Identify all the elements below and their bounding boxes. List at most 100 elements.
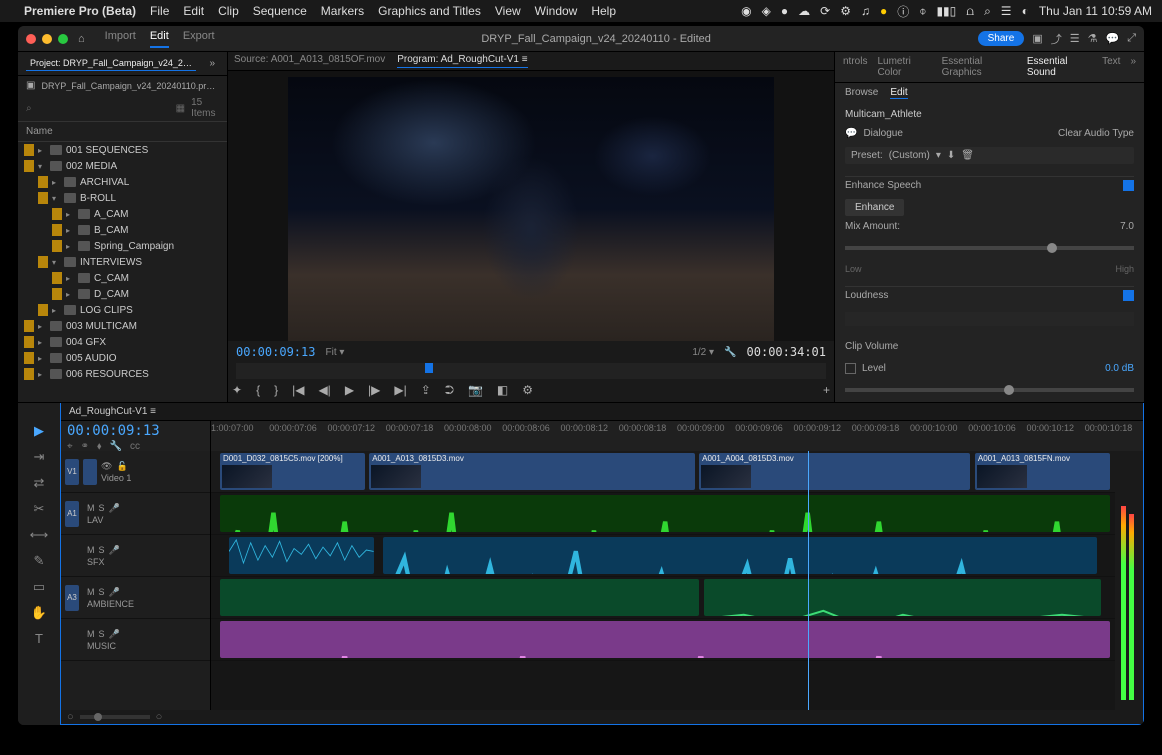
subtab-edit[interactable]: Edit [890, 87, 907, 99]
bin-row[interactable]: ▸003 MULTICAM [18, 318, 227, 334]
step-fwd-icon[interactable]: |▶ [368, 383, 380, 398]
siri-icon[interactable]: ◐ [1022, 4, 1029, 18]
timeline-content[interactable]: D001_D032_0815C5.mov [200%] A001_A013_08… [211, 451, 1115, 710]
time-ruler[interactable]: 1:00:07:0000:00:07:0600:00:07:1200:00:07… [211, 421, 1143, 451]
bin-row[interactable]: ▸LOG CLIPS [18, 302, 227, 318]
mark-out-icon[interactable]: } [274, 383, 278, 398]
track-header-a2[interactable]: MS🎤 SFX [61, 535, 210, 577]
menu-file[interactable]: File [150, 4, 169, 18]
track-header-a3[interactable]: A3 MS🎤 AMBIENCE [61, 577, 210, 619]
voice-icon[interactable]: 🎤 [109, 503, 120, 514]
overflow-icon[interactable]: » [1130, 56, 1136, 78]
project-tab[interactable]: Project: DRYP_Fall_Campaign_v24_20240110 [26, 56, 196, 71]
search-input[interactable] [38, 103, 170, 114]
solo-icon[interactable]: S [99, 587, 105, 598]
playhead-icon[interactable] [425, 363, 433, 373]
menubar-icon[interactable]: ◈ [762, 4, 771, 18]
filter-icon[interactable]: ▦ [176, 103, 185, 114]
audio-clip-music[interactable] [220, 621, 1110, 658]
v1-target-toggle[interactable] [83, 459, 97, 485]
tab-sound[interactable]: Essential Sound [1027, 56, 1092, 78]
menubar-icon[interactable]: ☁ [798, 4, 810, 18]
mix-amount-slider[interactable] [845, 246, 1134, 250]
mark-in-icon[interactable]: { [256, 383, 260, 398]
bin-row[interactable]: ▾002 MEDIA [18, 158, 227, 174]
bin-row[interactable]: ▸005 AUDIO [18, 350, 227, 366]
audio-clip-sfx[interactable] [383, 537, 1097, 574]
bluetooth-icon[interactable]: ⌽ [919, 4, 926, 19]
menu-graphics[interactable]: Graphics and Titles [378, 4, 481, 18]
menu-edit[interactable]: Edit [183, 4, 204, 18]
loudness-label[interactable]: Loudness [845, 290, 888, 301]
pen-tool-icon[interactable]: ✎ [34, 553, 45, 569]
extract-icon[interactable]: ⮊ [445, 383, 454, 398]
ripple-tool-icon[interactable]: ⇄ [34, 475, 45, 491]
tab-controls[interactable]: ntrols [843, 56, 867, 78]
caret-icon[interactable]: ▸ [66, 274, 74, 283]
caret-icon[interactable]: ▸ [38, 354, 46, 363]
bin-row[interactable]: ▸006 RESOURCES [18, 366, 227, 382]
bin-row[interactable]: ▸A_CAM [18, 206, 227, 222]
search-icon[interactable]: ⌕ [984, 4, 991, 19]
video-clip[interactable]: A001_A004_0815D3.mov [699, 453, 970, 490]
sequence-tab[interactable]: Ad_RoughCut-V1 ≡ [61, 403, 1143, 421]
caret-icon[interactable]: ▸ [38, 370, 46, 379]
mix-amount-value[interactable]: 7.0 [1120, 221, 1134, 232]
rect-tool-icon[interactable]: ▭ [33, 579, 45, 595]
program-tab[interactable]: Program: Ad_RoughCut-V1 ≡ [397, 54, 527, 68]
preset-row[interactable]: Preset: (Custom) ▾ ⬇ 🗑 [845, 147, 1134, 164]
export-frame-icon[interactable]: 📷 [468, 383, 483, 398]
beaker-icon[interactable]: ⚗ [1088, 32, 1098, 45]
mute-icon[interactable]: M [87, 503, 95, 514]
menu-markers[interactable]: Markers [321, 4, 364, 18]
project-tree[interactable]: ▸001 SEQUENCES▾002 MEDIA▸ARCHIVAL▾B-ROLL… [18, 142, 227, 402]
selection-tool-icon[interactable]: ▶ [34, 423, 44, 439]
delete-preset-icon[interactable]: 🗑 [961, 150, 974, 161]
audio-clip-ambience[interactable] [220, 579, 699, 616]
menubar-icon[interactable]: ⟳ [820, 4, 830, 18]
button-editor-icon[interactable]: + [823, 383, 830, 398]
voice-icon[interactable]: 🎤 [109, 629, 120, 640]
ws-edit[interactable]: Edit [150, 30, 169, 48]
wifi-icon[interactable]: ⩍ [966, 4, 974, 19]
level-slider[interactable] [845, 388, 1134, 392]
bin-row[interactable]: ▾INTERVIEWS [18, 254, 227, 270]
type-tool-icon[interactable]: T [35, 631, 43, 646]
solo-icon[interactable]: S [99, 503, 105, 514]
workspace-icon[interactable]: ☰ [1070, 32, 1080, 45]
video-clip[interactable]: D001_D032_0815C5.mov [200%] [220, 453, 365, 490]
eye-icon[interactable]: 👁 [101, 461, 112, 472]
bin-row[interactable]: ▸004 GFX [18, 334, 227, 350]
name-column-header[interactable]: Name [18, 122, 227, 142]
voice-icon[interactable]: 🎤 [109, 587, 120, 598]
add-marker-icon[interactable]: ✦ [232, 383, 242, 398]
enhance-speech-label[interactable]: Enhance Speech [845, 180, 921, 191]
track-header-a1[interactable]: A1 MS🎤 LAV [61, 493, 210, 535]
menu-sequence[interactable]: Sequence [253, 4, 307, 18]
home-button[interactable]: ⌂ [78, 33, 85, 45]
caret-icon[interactable]: ▾ [52, 258, 60, 267]
menubar-icon[interactable]: ⚙ [840, 4, 851, 18]
ws-export[interactable]: Export [183, 30, 215, 48]
save-preset-icon[interactable]: ⬇ [947, 150, 955, 161]
wrench-icon[interactable]: 🔧 [724, 347, 736, 358]
enhance-speech-toggle[interactable] [1123, 180, 1134, 191]
voice-icon[interactable]: 🎤 [109, 545, 120, 556]
bell-icon[interactable]: 💬 [1105, 32, 1119, 45]
clear-audio-type[interactable]: Clear Audio Type [1058, 128, 1134, 139]
menubar-icon[interactable]: ◉ [741, 4, 751, 18]
loudness-toggle[interactable] [1123, 290, 1134, 301]
zoom-in-icon[interactable]: ○ [156, 711, 163, 723]
control-center-icon[interactable]: ☰ [1001, 4, 1012, 18]
close-icon[interactable] [26, 34, 36, 44]
caret-icon[interactable]: ▸ [66, 242, 74, 251]
bin-row[interactable]: ▸D_CAM [18, 286, 227, 302]
caret-icon[interactable]: ▸ [52, 306, 60, 315]
caret-icon[interactable]: ▸ [38, 146, 46, 155]
caret-icon[interactable]: ▸ [38, 322, 46, 331]
fit-dropdown[interactable]: Fit ▾ [325, 347, 344, 358]
timecode-out[interactable]: 00:00:34:01 [747, 345, 826, 359]
menu-help[interactable]: Help [591, 4, 616, 18]
menu-clip[interactable]: Clip [218, 4, 239, 18]
monitor-scrubber[interactable] [236, 363, 826, 379]
